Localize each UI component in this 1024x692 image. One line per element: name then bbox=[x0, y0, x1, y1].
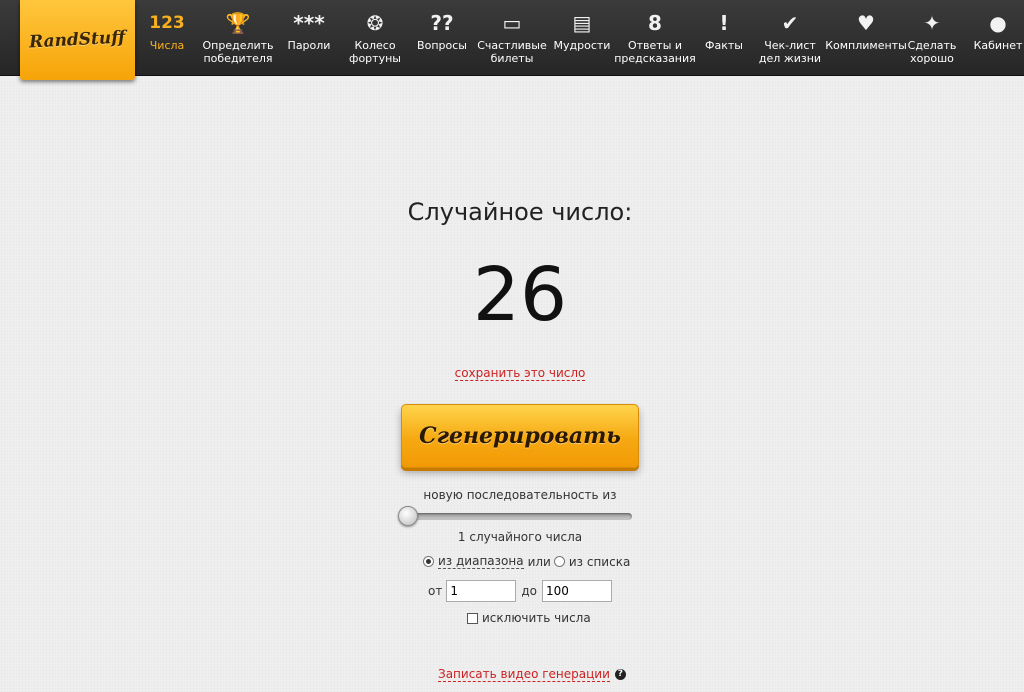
nav-item-label: Вопросы bbox=[417, 39, 467, 52]
list-mode-radio[interactable] bbox=[553, 556, 565, 567]
random-number-result: 26 bbox=[472, 252, 568, 338]
page-title: Случайное число: bbox=[407, 198, 633, 226]
nav-item-sparkle[interactable]: ✦ Сделать хорошо bbox=[907, 0, 957, 76]
to-label: до bbox=[521, 584, 537, 598]
range-mode-label[interactable]: из диапазона bbox=[438, 554, 524, 569]
range-to-input[interactable] bbox=[541, 580, 612, 602]
wheel-icon: ❂ bbox=[366, 10, 384, 35]
save-number-link-wrap: сохранить это число bbox=[0, 366, 1024, 381]
nav-item-tickets[interactable]: ▭ Счастливые билеты bbox=[477, 0, 547, 76]
nav-item-label: Кабинет bbox=[973, 39, 1023, 52]
generate-button-label: Сгенерировать bbox=[419, 423, 621, 449]
ball-icon: 8 bbox=[648, 10, 662, 35]
nav-item-heart[interactable]: ♥ Комплименты bbox=[825, 0, 907, 76]
exclude-numbers-label[interactable]: исключить числа bbox=[482, 611, 591, 625]
sequence-count-slider[interactable] bbox=[403, 513, 632, 520]
help-icon[interactable]: ? bbox=[614, 669, 626, 680]
or-label: или bbox=[527, 554, 551, 569]
logo[interactable]: RandStuff bbox=[20, 0, 135, 80]
nav-item-label: Сделать хорошо bbox=[907, 39, 957, 65]
nav-item-label: Чек-лист дел жизни bbox=[758, 39, 822, 65]
nav-item-user[interactable]: ● Кабинет bbox=[973, 0, 1023, 76]
user-icon: ● bbox=[989, 10, 1007, 35]
trophy-icon: 🏆 bbox=[225, 10, 251, 35]
nav-item-questions[interactable]: ?? Вопросы bbox=[417, 0, 467, 76]
diamond-icon: ! bbox=[719, 10, 729, 35]
range-from-input[interactable] bbox=[446, 580, 517, 602]
nav-item-label: Счастливые билеты bbox=[477, 39, 547, 65]
nav-item-label: Мудрости bbox=[553, 39, 611, 52]
sequence-count-label: 1 случайного числа bbox=[457, 530, 583, 544]
questions-icon: ?? bbox=[430, 10, 454, 35]
range-inputs: от до bbox=[428, 580, 612, 602]
nav-item-diamond[interactable]: ! Факты bbox=[705, 0, 743, 76]
exclude-numbers-checkbox[interactable] bbox=[467, 612, 478, 624]
exclude-numbers-option: исключить числа bbox=[467, 611, 591, 625]
nav-item-wheel[interactable]: ❂ Колесо фортуны bbox=[349, 0, 401, 76]
sparkle-icon: ✦ bbox=[923, 10, 941, 35]
save-number-link[interactable]: сохранить это число bbox=[454, 366, 586, 381]
badge-check-icon: ✔ bbox=[781, 10, 799, 35]
record-video-row: Записать видео генерации ? bbox=[438, 667, 626, 682]
range-mode-radio[interactable] bbox=[423, 556, 434, 567]
nav-item-ball[interactable]: 8 Ответы и предсказания bbox=[614, 0, 696, 76]
password-icon: *** bbox=[293, 10, 325, 35]
nav-item-label: Пароли bbox=[287, 39, 331, 52]
record-video-link[interactable]: Записать видео генерации bbox=[438, 667, 610, 682]
logo-text: RandStuff bbox=[28, 27, 127, 53]
from-label: от bbox=[428, 584, 443, 598]
nav-item-label: Факты bbox=[705, 39, 743, 52]
nav-item-label: Числа bbox=[149, 39, 185, 52]
sequence-label: новую последовательность из bbox=[423, 488, 617, 502]
tickets-icon: ▭ bbox=[502, 10, 522, 35]
heart-icon: ♥ bbox=[857, 10, 875, 35]
generate-button[interactable]: Сгенерировать bbox=[401, 404, 639, 468]
source-mode-selector: из диапазона или из списка bbox=[423, 554, 630, 569]
nav-item-label: Комплименты bbox=[825, 39, 907, 52]
list-mode-label[interactable]: из списка bbox=[569, 555, 630, 569]
nav-item-scroll[interactable]: ▤ Мудрости bbox=[554, 0, 611, 76]
slider-handle[interactable] bbox=[398, 506, 418, 526]
nav-item-trophy[interactable]: 🏆 Определить победителя bbox=[202, 0, 273, 76]
nav-item-label: Ответы и предсказания bbox=[614, 39, 696, 65]
numbers-icon: 123 bbox=[149, 12, 185, 33]
nav-item-label: Колесо фортуны bbox=[349, 39, 401, 65]
nav-item-numbers[interactable]: 123 Числа bbox=[149, 0, 185, 76]
nav-item-badge-check[interactable]: ✔ Чек-лист дел жизни bbox=[759, 0, 821, 76]
nav-item-password[interactable]: *** Пароли bbox=[286, 0, 332, 76]
nav-item-label: Определить победителя bbox=[202, 39, 274, 65]
scroll-icon: ▤ bbox=[572, 10, 592, 35]
